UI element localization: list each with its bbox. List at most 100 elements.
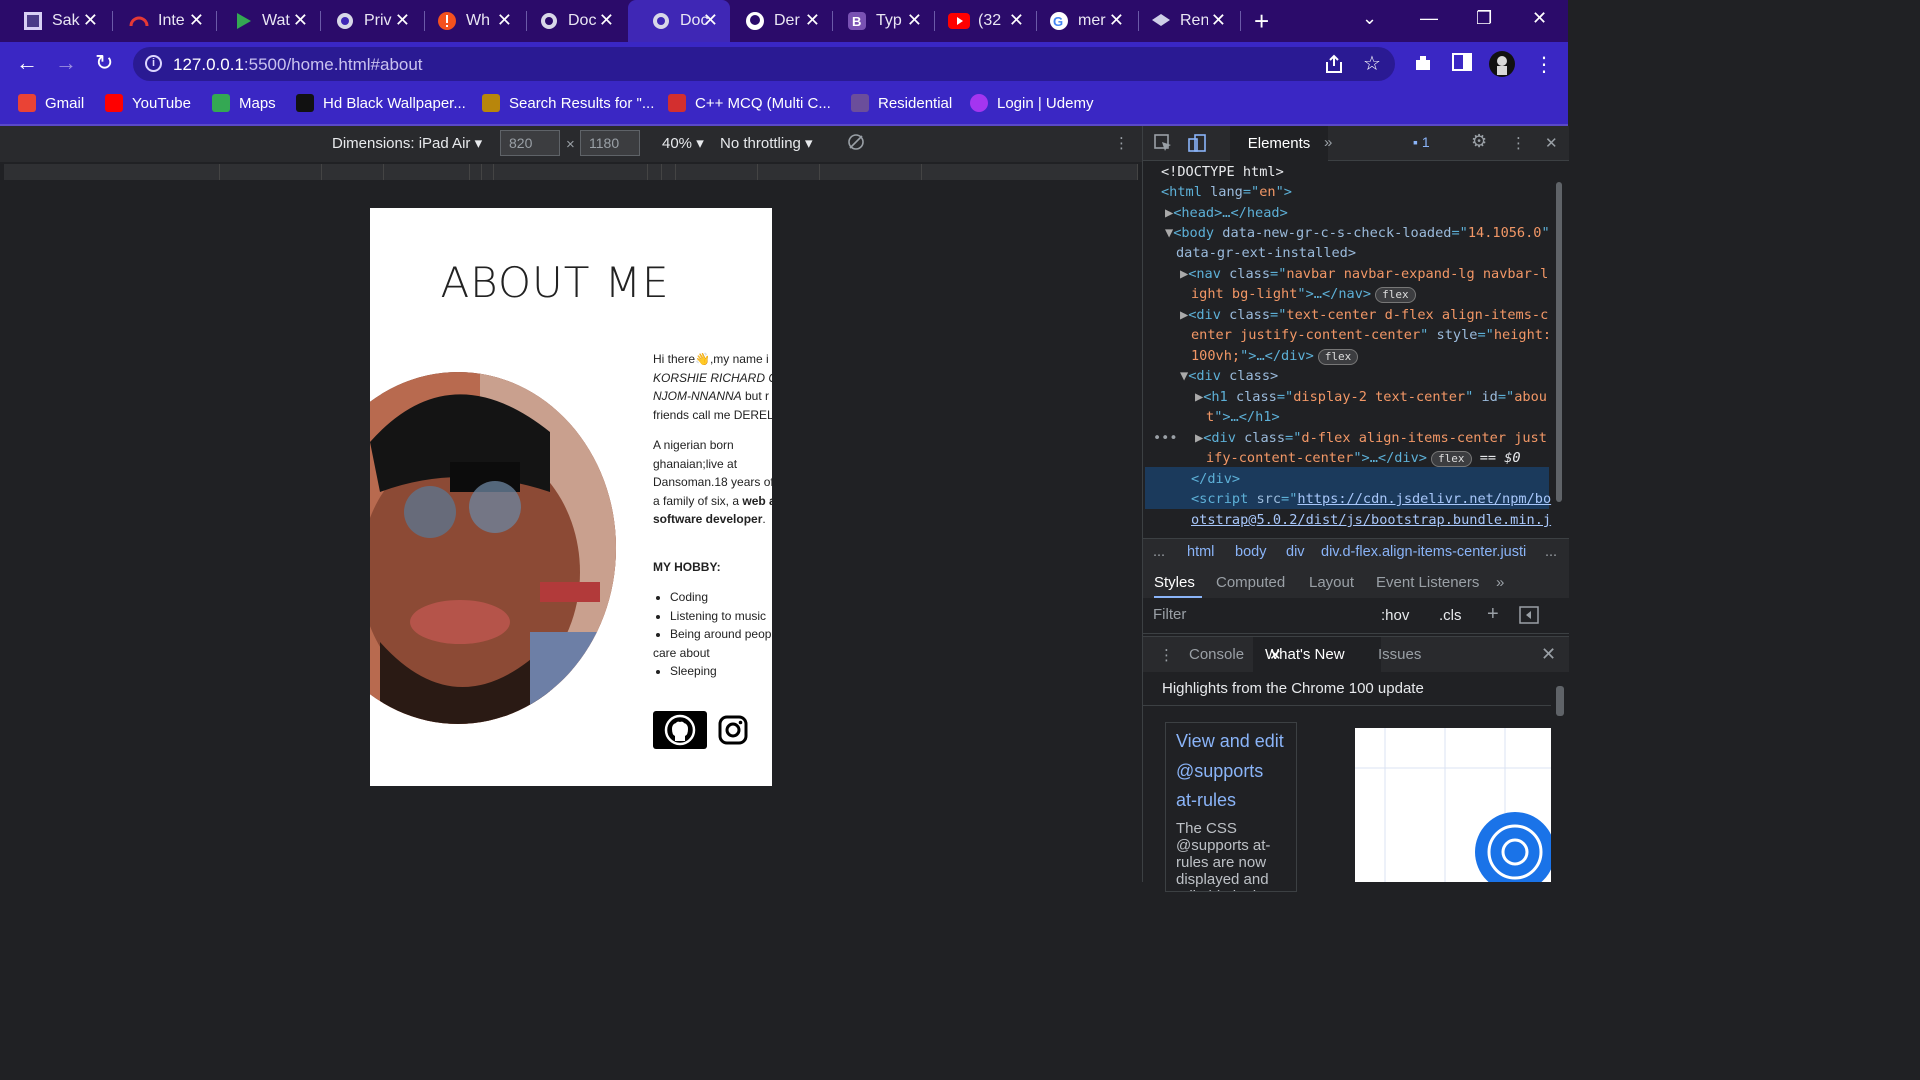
close-devtools-icon[interactable]: ✕	[1545, 134, 1558, 152]
restore-button[interactable]: ❐	[1476, 8, 1492, 29]
dom-scrollbar[interactable]	[1551, 162, 1567, 538]
tab[interactable]: Wh ✕	[414, 0, 524, 42]
bookmark-search-results[interactable]: Search Results for "...	[482, 94, 654, 112]
close-tab-icon[interactable]: ✕	[395, 10, 410, 31]
dom-line[interactable]: <script src="https://cdn.jsdelivr.net/np…	[1191, 489, 1551, 510]
ruler-segment[interactable]	[820, 164, 922, 180]
rotate-icon[interactable]	[846, 132, 866, 152]
close-tab-icon[interactable]: ✕	[1109, 10, 1124, 31]
dom-line[interactable]: t">…</h1>	[1206, 407, 1280, 428]
tab[interactable]: B Typ ✕	[824, 0, 934, 42]
close-tab-icon[interactable]: ✕	[293, 10, 308, 31]
close-tab-icon[interactable]: ✕	[83, 10, 98, 31]
bookmark-youtube[interactable]: YouTube	[105, 94, 191, 112]
devtools-menu-icon[interactable]: ⋮	[1511, 134, 1526, 152]
flex-badge[interactable]: flex	[1431, 451, 1472, 467]
profile-avatar[interactable]	[1488, 50, 1516, 78]
tab[interactable]: Inte ✕	[106, 0, 216, 42]
ruler-segment[interactable]	[220, 164, 322, 180]
dom-line-selected[interactable]: ▶<div class="d-flex align-items-center j…	[1195, 428, 1547, 449]
close-tab-icon[interactable]: ✕	[1211, 10, 1226, 31]
zoom-dropdown[interactable]: 40% ▾	[662, 134, 704, 152]
minimize-button[interactable]: —	[1420, 8, 1438, 29]
url-text[interactable]: 127.0.0.1:5500/home.html#about	[173, 55, 423, 75]
dom-line[interactable]: ▶<head>…</head>	[1165, 203, 1288, 224]
width-input[interactable]: 820	[500, 130, 560, 156]
node-actions-icon[interactable]: •••	[1153, 428, 1178, 449]
extensions-icon[interactable]	[1412, 52, 1434, 74]
bookmark-maps[interactable]: Maps	[212, 94, 276, 112]
share-icon[interactable]	[1323, 53, 1345, 75]
expand-arrow-icon[interactable]: ▶	[1195, 430, 1203, 446]
more-tabs-icon[interactable]: »	[1324, 134, 1332, 151]
close-tab-icon[interactable]: ✕	[1009, 10, 1024, 31]
dimensions-dropdown[interactable]: Dimensions: iPad Air ▾	[332, 134, 482, 152]
tab-computed[interactable]: Computed	[1216, 574, 1285, 591]
issues-badge[interactable]: ▪ 1	[1413, 134, 1430, 150]
tab[interactable]: G mer ✕	[1026, 0, 1136, 42]
ruler-segment[interactable]	[922, 164, 1138, 180]
throttling-dropdown[interactable]: No throttling ▾	[720, 134, 813, 152]
menu-dots-icon[interactable]: ⋮	[1534, 52, 1554, 77]
github-link[interactable]	[653, 711, 707, 749]
expand-arrow-icon[interactable]: ▶	[1180, 266, 1188, 282]
dom-line[interactable]: <html lang="en">	[1161, 182, 1292, 203]
dom-line[interactable]: ▶<div class="text-center d-flex align-it…	[1180, 305, 1548, 326]
bookmark-gmail[interactable]: Gmail	[18, 94, 84, 112]
breadcrumb-item[interactable]: html	[1187, 544, 1214, 560]
tab[interactable]: Ren ✕	[1128, 0, 1238, 42]
dom-line[interactable]: ▼<body data-new-gr-c-s-check-loaded="14.…	[1165, 223, 1550, 244]
ruler-segment[interactable]	[4, 164, 220, 180]
close-tab-icon[interactable]: ✕	[1269, 646, 1282, 664]
tab-event-listeners[interactable]: Event Listeners	[1376, 574, 1479, 591]
ruler-segment[interactable]	[322, 164, 384, 180]
expand-arrow-icon[interactable]: ▶	[1195, 389, 1203, 405]
forward-arrow-icon[interactable]: →	[55, 50, 77, 76]
bookmark-residential[interactable]: Residential	[851, 94, 952, 112]
dom-line[interactable]: ▶<nav class="navbar navbar-expand-lg nav…	[1180, 264, 1548, 285]
close-tab-icon[interactable]: ✕	[805, 10, 820, 31]
ruler-segment[interactable]	[648, 164, 662, 180]
bookmark-cpp-mcq[interactable]: C++ MCQ (Multi C...	[668, 94, 831, 112]
collapse-arrow-icon[interactable]: ▼	[1180, 368, 1188, 384]
breadcrumb-item[interactable]: ...	[1545, 544, 1557, 560]
dom-line[interactable]: ▼<div class>	[1180, 366, 1278, 387]
ruler-segment[interactable]	[758, 164, 820, 180]
dom-line[interactable]: ight bg-light">…</nav> flex	[1191, 284, 1416, 305]
ruler-segment[interactable]	[494, 164, 648, 180]
card-title[interactable]: View and edit @supports at-rules	[1176, 727, 1286, 816]
tab[interactable]: (32 ✕	[926, 0, 1036, 42]
script-link[interactable]: https://cdn.jsdelivr.net/npm/bo	[1297, 491, 1551, 507]
tab-issues[interactable]: Issues	[1378, 646, 1421, 663]
bookmark-wallpaper[interactable]: Hd Black Wallpaper...	[296, 94, 466, 112]
height-input[interactable]: 1180	[580, 130, 640, 156]
tab[interactable]: Wat ✕	[210, 0, 320, 42]
drawer-scrollbar[interactable]	[1551, 672, 1569, 882]
side-panel-icon[interactable]	[1452, 52, 1472, 72]
close-tab-icon[interactable]: ✕	[703, 10, 718, 31]
close-tab-icon[interactable]: ✕	[907, 10, 922, 31]
script-link[interactable]: otstrap@5.0.2/dist/js/bootstrap.bundle.m…	[1191, 512, 1551, 528]
dom-line[interactable]: otstrap@5.0.2/dist/js/bootstrap.bundle.m…	[1191, 510, 1551, 531]
tab-styles[interactable]: Styles	[1154, 574, 1195, 591]
ruler-segment[interactable]	[676, 164, 758, 180]
ruler-segment[interactable]	[384, 164, 470, 180]
dom-line[interactable]: 100vh;">…</div> flex	[1191, 346, 1359, 367]
inspect-icon[interactable]	[1153, 133, 1173, 153]
cls-toggle[interactable]: .cls	[1439, 607, 1462, 624]
dom-line[interactable]: <!DOCTYPE html>	[1161, 162, 1284, 183]
address-bar[interactable]: i 127.0.0.1:5500/home.html#about ☆	[133, 47, 1395, 81]
flex-badge[interactable]: flex	[1375, 287, 1416, 303]
tab[interactable]: Doc ✕	[516, 0, 626, 42]
more-options-icon[interactable]: ⋮	[1114, 134, 1129, 152]
add-rule-icon[interactable]: +	[1487, 603, 1499, 626]
dom-line[interactable]: data-gr-ext-installed>	[1176, 243, 1356, 264]
filter-input[interactable]: Filter	[1153, 606, 1186, 623]
close-drawer-icon[interactable]: ✕	[1541, 644, 1556, 665]
instagram-link[interactable]	[716, 711, 750, 749]
more-tabs-icon[interactable]: »	[1496, 574, 1504, 591]
site-info-icon[interactable]: i	[145, 55, 162, 72]
gear-icon[interactable]: ⚙	[1471, 131, 1487, 152]
collapse-arrow-icon[interactable]: ▼	[1165, 225, 1173, 241]
reload-icon[interactable]: ↻	[95, 50, 113, 76]
